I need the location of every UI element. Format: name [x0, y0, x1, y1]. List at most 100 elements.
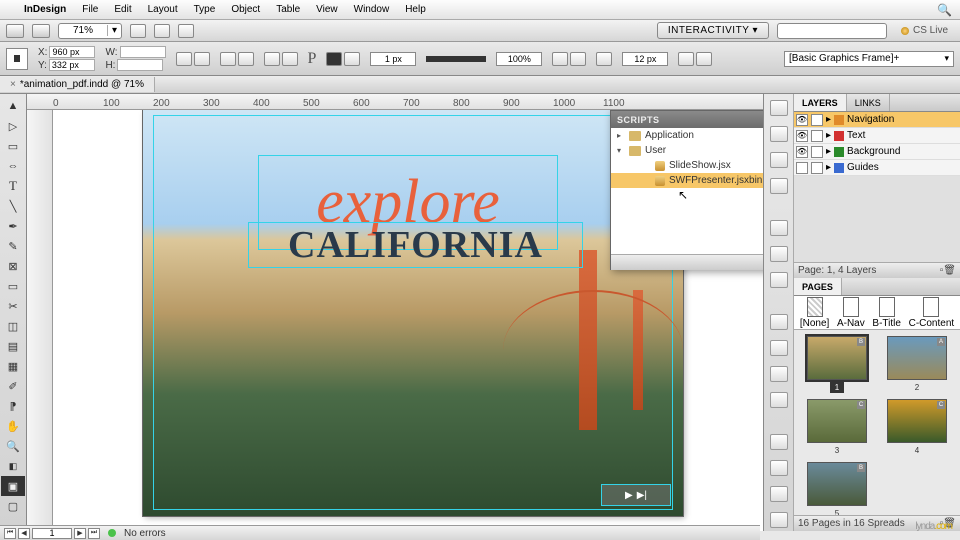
cs-live-button[interactable]: CS Live [895, 23, 954, 38]
wrap-icon[interactable] [570, 52, 586, 66]
view-options-icon[interactable] [130, 24, 146, 38]
visibility-icon[interactable]: 👁 [796, 114, 808, 126]
panel-icon[interactable] [770, 100, 788, 116]
zoom-tool[interactable]: 🔍 [1, 436, 25, 456]
script-swfpresenter[interactable]: SWFPresenter.jsxbin [611, 173, 763, 188]
rotate-icon[interactable] [220, 52, 236, 66]
reference-point-icon[interactable] [6, 48, 28, 70]
scripts-panel-tab[interactable]: SCRIPTS [611, 111, 763, 128]
panel-icon[interactable] [770, 178, 788, 194]
direct-selection-tool[interactable]: ▷ [1, 116, 25, 136]
scale-y-icon[interactable] [194, 52, 210, 66]
panel-icon[interactable] [770, 486, 788, 502]
panel-icon[interactable] [770, 272, 788, 288]
view-mode-normal[interactable]: ▣ [1, 476, 25, 496]
panel-icon[interactable] [770, 512, 788, 528]
script-slideshow[interactable]: SlideShow.jsx [611, 158, 763, 173]
corner-icon[interactable] [596, 52, 612, 66]
tab-pages[interactable]: PAGES [794, 278, 842, 295]
panel-icon[interactable] [770, 314, 788, 330]
screen-mode-icon[interactable] [154, 24, 170, 38]
zoom-level[interactable]: ▾ [58, 23, 122, 39]
layer-row[interactable]: ▸Guides [794, 160, 960, 176]
lock-icon[interactable] [811, 146, 823, 158]
rectangle-frame-tool[interactable]: ⊠ [1, 256, 25, 276]
tab-links[interactable]: LINKS [847, 94, 890, 111]
media-controls-frame[interactable]: ▶ ▶| [601, 484, 671, 506]
master-a[interactable]: A-Nav [837, 297, 865, 329]
panel-icon[interactable] [770, 246, 788, 262]
next-page-icon[interactable]: ▶ [74, 528, 86, 539]
lock-icon[interactable] [811, 114, 823, 126]
fill-swatch[interactable] [326, 52, 342, 66]
arrange-docs-icon[interactable] [178, 24, 194, 38]
vertical-ruler[interactable] [27, 110, 53, 531]
app-menu[interactable]: InDesign [24, 4, 66, 15]
menu-type[interactable]: Type [194, 4, 216, 15]
fit-icon[interactable] [696, 52, 712, 66]
scale-x-icon[interactable] [176, 52, 192, 66]
panel-icon[interactable] [770, 434, 788, 450]
page-thumb[interactable]: C4 [880, 399, 954, 456]
visibility-icon[interactable]: 👁 [796, 130, 808, 142]
menu-view[interactable]: View [316, 4, 338, 15]
panel-icon[interactable] [770, 392, 788, 408]
menu-object[interactable]: Object [231, 4, 260, 15]
close-tab-icon[interactable]: × [10, 79, 16, 90]
disclosure-icon[interactable]: ▾ [617, 146, 625, 155]
panel-icon[interactable] [770, 366, 788, 382]
pen-tool[interactable]: ✒ [1, 216, 25, 236]
visibility-icon[interactable] [796, 162, 808, 174]
selection-tool[interactable]: ▲ [1, 96, 25, 116]
scripts-folder-application[interactable]: ▸Application [611, 128, 763, 143]
menu-layout[interactable]: Layout [148, 4, 178, 15]
panel-icon[interactable] [770, 340, 788, 356]
workspace-switcher[interactable]: INTERACTIVITY ▾ [657, 22, 769, 39]
w-field[interactable] [120, 46, 166, 58]
bridge-icon[interactable] [6, 24, 24, 38]
search-help-input[interactable] [777, 23, 887, 39]
horizontal-ruler[interactable]: 010020030040050060070080090010001100 [27, 94, 763, 110]
layer-row[interactable]: 👁▸Background [794, 144, 960, 160]
first-page-icon[interactable]: ⏮ [4, 528, 16, 539]
paragraph-icon[interactable]: P [308, 50, 317, 68]
disclosure-icon[interactable]: ▸ [826, 130, 831, 141]
h-field[interactable] [117, 59, 163, 71]
preflight-status-text[interactable]: No errors [124, 528, 166, 539]
disclosure-icon[interactable]: ▸ [617, 131, 625, 140]
tab-layers[interactable]: LAYERS [794, 94, 847, 111]
zoom-dropdown-icon[interactable]: ▾ [107, 25, 121, 36]
panel-icon[interactable] [770, 460, 788, 476]
menu-file[interactable]: File [82, 4, 98, 15]
layer-row[interactable]: 👁 ▸ Text [794, 128, 960, 144]
note-tool[interactable]: ✐ [1, 376, 25, 396]
stroke-swatch[interactable] [344, 52, 360, 66]
layer-name[interactable]: Text [847, 130, 865, 141]
panel-icon[interactable] [770, 220, 788, 236]
gradient-tool[interactable]: ▤ [1, 336, 25, 356]
master-c[interactable]: C-Content [909, 297, 955, 329]
text-frame-california[interactable]: CALIFORNIA [248, 222, 583, 268]
panel-icon[interactable] [770, 126, 788, 142]
view-mode-preview[interactable]: ▢ [1, 496, 25, 516]
menu-table[interactable]: Table [276, 4, 300, 15]
free-transform-tool[interactable]: ◫ [1, 316, 25, 336]
gradient-feather-tool[interactable]: ▦ [1, 356, 25, 376]
corner-radius[interactable]: 12 px [622, 52, 668, 66]
flip-v-icon[interactable] [282, 52, 298, 66]
page-spread[interactable]: explore CALIFORNIA ▶ ▶| [143, 110, 683, 516]
lock-icon[interactable] [811, 130, 823, 142]
page-thumb[interactable]: B5 [800, 462, 874, 515]
disclosure-icon[interactable]: ▸ [826, 162, 831, 173]
scissors-tool[interactable]: ✂ [1, 296, 25, 316]
rectangle-tool[interactable]: ▭ [1, 276, 25, 296]
stroke-weight[interactable]: 1 px [370, 52, 416, 66]
disclosure-icon[interactable]: ▸ [826, 146, 831, 157]
lock-icon[interactable] [811, 162, 823, 174]
page-number-field[interactable] [32, 528, 72, 539]
visibility-icon[interactable]: 👁 [796, 146, 808, 158]
master-none[interactable]: [None] [800, 297, 829, 329]
fill-stroke-swatch[interactable]: ◧ [1, 456, 25, 476]
disclosure-icon[interactable]: ▸ [826, 114, 831, 125]
stroke-style[interactable] [426, 56, 486, 62]
